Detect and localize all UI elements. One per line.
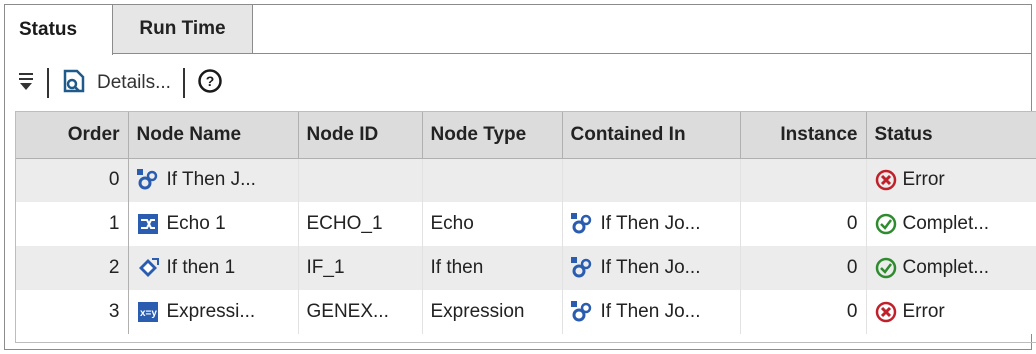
node-type-cell: If then [422,246,563,290]
details-icon [61,67,89,100]
column-header-contained-in[interactable]: Contained In [562,112,741,159]
order-cell: 1 [16,202,129,246]
table-row[interactable]: 0 If Then J... Error [16,158,1036,202]
node-type-cell: Echo [422,202,563,246]
complete-icon [875,213,897,235]
instance-cell: 0 [740,246,867,290]
contained-in-text: If Then Jo... [600,257,701,278]
status-text: Error [902,169,945,191]
contained-in-cell [562,158,741,202]
status-panel: Status Run Time Details... ? Order Node … [4,4,1036,350]
contained-in-cell: If Then Jo... [562,246,741,290]
tab-status[interactable]: Status [5,5,113,55]
node-name-cell: If then 1 [128,246,299,290]
status-cell: Complet... [866,246,1036,290]
status-cell: Error [866,158,1036,202]
node-id-cell [298,158,423,202]
job-icon [136,169,159,191]
tab-run-time[interactable]: Run Time [113,5,253,54]
status-text: Error [902,301,945,322]
node-name-text: If Then J... [166,169,256,191]
echo-icon [137,213,159,235]
details-label: Details... [97,72,171,93]
error-icon [875,301,897,323]
node-id-cell: ECHO_1 [298,202,423,246]
status-cell: Complet... [866,202,1036,246]
node-name-cell: x=y Expressi... [128,290,299,334]
complete-icon [875,257,897,279]
contained-in-cell: If Then Jo... [562,290,741,334]
toolbar-separator [182,68,185,98]
help-button[interactable]: ? [197,65,223,101]
job-icon [570,301,593,323]
order-cell: 3 [16,290,129,334]
svg-text:x=y: x=y [140,308,157,319]
node-name-cell: Echo 1 [128,202,299,246]
status-text: Complet... [902,257,990,278]
node-id-cell: IF_1 [298,246,423,290]
error-icon [875,169,897,191]
instance-cell [740,158,867,202]
svg-text:?: ? [206,73,215,89]
instance-cell: 0 [740,202,867,246]
order-cell: 0 [16,158,129,202]
node-name-text: Expressi... [166,301,256,322]
column-header-instance[interactable]: Instance [740,112,867,159]
node-id-cell: GENEX... [298,290,423,334]
table-row[interactable]: 1 Echo 1 ECHO_1 Echo If Then Jo... 0 Com… [16,202,1036,246]
contained-in-text: If Then Jo... [600,301,701,322]
table-header-row: Order Node Name Node ID Node Type Contai… [16,112,1036,159]
node-name-cell: If Then J... [128,158,299,202]
status-cell: Error [866,290,1036,334]
status-table: Order Node Name Node ID Node Type Contai… [15,111,1036,343]
tab-bar: Status Run Time [5,5,1031,55]
column-header-node-type[interactable]: Node Type [422,112,563,159]
help-icon: ? [197,68,223,99]
filter-icon [17,70,35,97]
order-cell: 2 [16,246,129,290]
job-icon [570,213,593,235]
details-button[interactable]: Details... [61,65,171,101]
contained-in-text: If Then Jo... [600,213,701,234]
instance-cell: 0 [740,290,867,334]
if-then-icon [137,257,159,279]
job-icon [570,257,593,279]
toolbar-separator [47,68,49,98]
status-text: Complet... [902,213,990,234]
column-header-node-name[interactable]: Node Name [128,112,299,159]
table-row[interactable]: 2 If then 1 IF_1 If then If Then Jo... 0… [16,246,1036,290]
node-name-text: If then 1 [166,257,236,278]
expression-icon: x=y [137,301,159,323]
tab-bar-divider [253,53,1031,54]
contained-in-cell: If Then Jo... [562,202,741,246]
node-type-cell: Expression [422,290,563,334]
node-name-text: Echo 1 [166,213,226,234]
column-header-node-id[interactable]: Node ID [298,112,423,159]
column-header-status[interactable]: Status [866,112,1036,159]
table-row[interactable]: 3 x=y Expressi... GENEX... Expression If… [16,290,1036,334]
toolbar: Details... ? [5,55,1031,111]
node-type-cell [422,158,563,202]
column-header-order[interactable]: Order [16,112,129,159]
filter-button[interactable] [17,65,35,101]
